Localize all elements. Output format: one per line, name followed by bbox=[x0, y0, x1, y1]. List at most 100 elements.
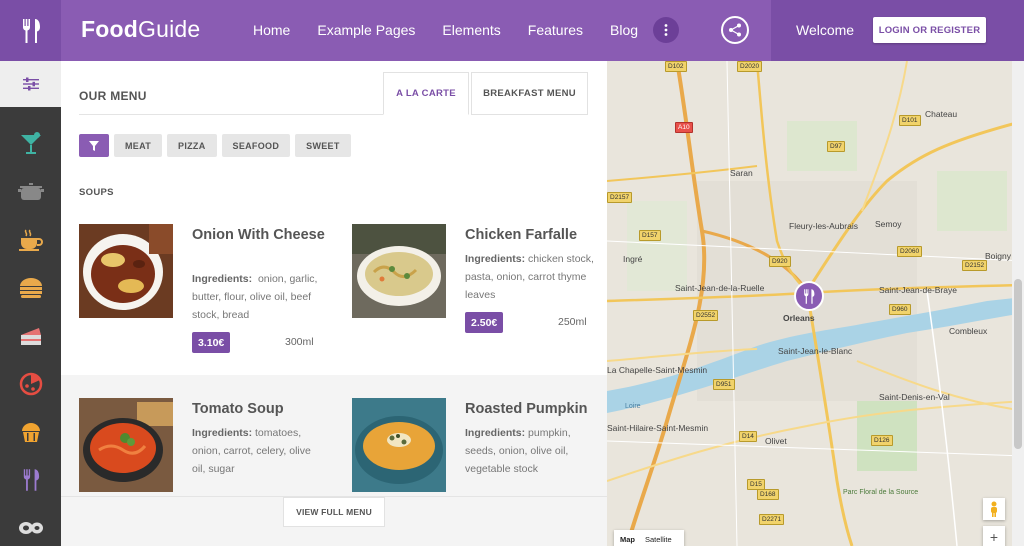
sidebar-item-coffee[interactable] bbox=[0, 215, 61, 264]
cocktail-icon bbox=[20, 131, 41, 154]
dish-ingredients: Ingredients: onion, garlic, butter, flou… bbox=[192, 273, 318, 321]
dish-name: Chicken Farfalle bbox=[465, 227, 578, 243]
nav-example-pages[interactable]: Example Pages bbox=[317, 22, 415, 38]
pot-icon bbox=[17, 182, 44, 200]
map-place-label: Semoy bbox=[875, 219, 902, 229]
sidebar-item-drinks[interactable] bbox=[0, 119, 61, 168]
dish-photo bbox=[352, 398, 446, 492]
tab-breakfast-menu[interactable]: BREAKFAST MENU bbox=[471, 72, 588, 115]
zoom-in-button[interactable]: + bbox=[983, 526, 1005, 546]
view-full-menu-button[interactable]: VIEW FULL MENU bbox=[283, 497, 385, 527]
plus-icon: + bbox=[989, 529, 999, 545]
road-badge: D102 bbox=[665, 61, 687, 72]
category-sidebar bbox=[0, 61, 61, 546]
logo[interactable]: FoodGuide bbox=[81, 16, 200, 43]
page-scrollbar[interactable] bbox=[1012, 61, 1024, 546]
sidebar-item-soups[interactable] bbox=[0, 167, 61, 216]
volume-label: 250ml bbox=[558, 316, 587, 328]
tab-a-la-carte[interactable]: A LA CARTE bbox=[383, 72, 469, 115]
menu-item[interactable]: Onion With Cheese Ingredients: onion, ga… bbox=[79, 224, 339, 344]
road-badge: D97 bbox=[827, 141, 845, 152]
fork-knife-icon bbox=[804, 288, 815, 304]
sidebar-item-pizza[interactable] bbox=[0, 359, 61, 408]
road-badge: D2152 bbox=[962, 260, 988, 271]
menu-title: OUR MENU bbox=[79, 89, 147, 103]
divider bbox=[79, 114, 383, 115]
road-badge: D2060 bbox=[897, 246, 923, 257]
share-icon bbox=[729, 23, 741, 37]
map-place-label: Ingré bbox=[623, 254, 643, 264]
map-place-label: Boigny bbox=[985, 251, 1011, 261]
street-view-button[interactable] bbox=[983, 498, 1005, 520]
road-badge: D2157 bbox=[607, 192, 633, 203]
map-type-satellite[interactable]: Satellite bbox=[645, 535, 672, 544]
price-badge: 2.50€ bbox=[465, 312, 504, 333]
menu-fork-knife-cell[interactable] bbox=[0, 0, 61, 61]
road-badge: D168 bbox=[757, 489, 779, 500]
map-type-control[interactable]: Map Satellite bbox=[614, 530, 684, 546]
coffee-cup-icon bbox=[18, 228, 43, 251]
map-place-label: Parc Floral de la Source bbox=[843, 489, 919, 496]
pegman-icon bbox=[991, 501, 997, 517]
filter-meat[interactable]: MEAT bbox=[114, 134, 163, 157]
road-badge: D2552 bbox=[693, 310, 719, 321]
dish-ingredients: Ingredients: pumpkin, seeds, onion, oliv… bbox=[465, 427, 571, 475]
filter-all-button[interactable] bbox=[79, 134, 109, 157]
map-place-label: Saint-Denis-en-Val bbox=[879, 392, 950, 402]
filter-sweet[interactable]: SWEET bbox=[295, 134, 351, 157]
map-place-label: Orleans bbox=[783, 313, 815, 323]
burger-icon bbox=[19, 277, 42, 298]
more-options-button[interactable] bbox=[653, 17, 679, 43]
road-badge: D960 bbox=[889, 304, 911, 315]
dish-ingredients: Ingredients: tomatoes, onion, carrot, ce… bbox=[192, 427, 311, 475]
sliders-icon bbox=[22, 77, 39, 91]
filter-pizza[interactable]: PIZZA bbox=[167, 134, 217, 157]
map-place-label: Saint-Jean-de-la-Ruelle bbox=[675, 283, 765, 293]
map-type-map[interactable]: Map bbox=[620, 535, 635, 544]
dish-photo bbox=[79, 224, 173, 318]
dish-photo bbox=[79, 398, 173, 492]
price-badge: 3.10€ bbox=[192, 332, 231, 353]
road-badge: D951 bbox=[713, 379, 735, 390]
road-badge: D157 bbox=[639, 230, 661, 241]
top-bar: FoodGuide Home Example Pages Elements Fe… bbox=[0, 0, 1024, 61]
menu-item[interactable]: Roasted Pumpkin Ingredients: pumpkin, se… bbox=[352, 398, 607, 518]
map-place-label: Saran bbox=[730, 168, 753, 178]
restaurant-location-pin[interactable] bbox=[794, 281, 824, 311]
filter-seafood[interactable]: SEAFOOD bbox=[221, 134, 291, 157]
map-place-label: Loire bbox=[625, 403, 641, 410]
menu-panel: OUR MENU A LA CARTE BREAKFAST MENU MEAT … bbox=[61, 61, 607, 546]
sidebar-item-burgers[interactable] bbox=[0, 263, 61, 312]
map-place-label: Combleux bbox=[949, 326, 988, 336]
sidebar-item-bakery[interactable] bbox=[0, 407, 61, 456]
nav-features[interactable]: Features bbox=[528, 22, 583, 38]
category-filters: MEAT PIZZA SEAFOOD SWEET bbox=[79, 134, 351, 157]
map-place-label: Saint-Hilaire-Saint-Mesmin bbox=[607, 423, 709, 433]
road-badge: D14 bbox=[739, 431, 757, 442]
main-nav: Home Example Pages Elements Features Blo… bbox=[253, 22, 665, 38]
nav-elements[interactable]: Elements bbox=[442, 22, 500, 38]
nav-home[interactable]: Home bbox=[253, 22, 290, 38]
location-map[interactable]: Chateau Saran Fleury-les-Aubrais Semoy I… bbox=[607, 61, 1024, 546]
share-button[interactable] bbox=[721, 16, 749, 44]
sidebar-item-restaurants[interactable] bbox=[0, 455, 61, 504]
dish-photo bbox=[352, 224, 446, 318]
road-badge: D920 bbox=[769, 256, 791, 267]
road-badge: D101 bbox=[899, 115, 921, 126]
map-place-label: Saint-Jean-de-Braye bbox=[879, 285, 957, 295]
funnel-icon bbox=[89, 140, 99, 151]
road-badge: A10 bbox=[675, 122, 693, 133]
section-title: SOUPS bbox=[79, 187, 114, 198]
login-register-button[interactable]: LOGIN OR REGISTER bbox=[873, 17, 986, 43]
filter-toggle[interactable] bbox=[0, 61, 61, 107]
map-place-label: Fleury-les-Aubrais bbox=[789, 221, 858, 231]
map-place-label: Olivet bbox=[765, 436, 787, 446]
nav-blog[interactable]: Blog bbox=[610, 22, 638, 38]
sidebar-item-desserts[interactable] bbox=[0, 311, 61, 360]
fork-knife-icon bbox=[22, 18, 40, 43]
cake-slice-icon bbox=[20, 327, 41, 345]
welcome-text: Welcome bbox=[796, 22, 855, 38]
sidebar-item-sushi[interactable] bbox=[0, 503, 61, 546]
dish-ingredients: Ingredients: chicken stock, pasta, onion… bbox=[465, 253, 594, 301]
scrollbar-thumb[interactable] bbox=[1014, 279, 1022, 449]
